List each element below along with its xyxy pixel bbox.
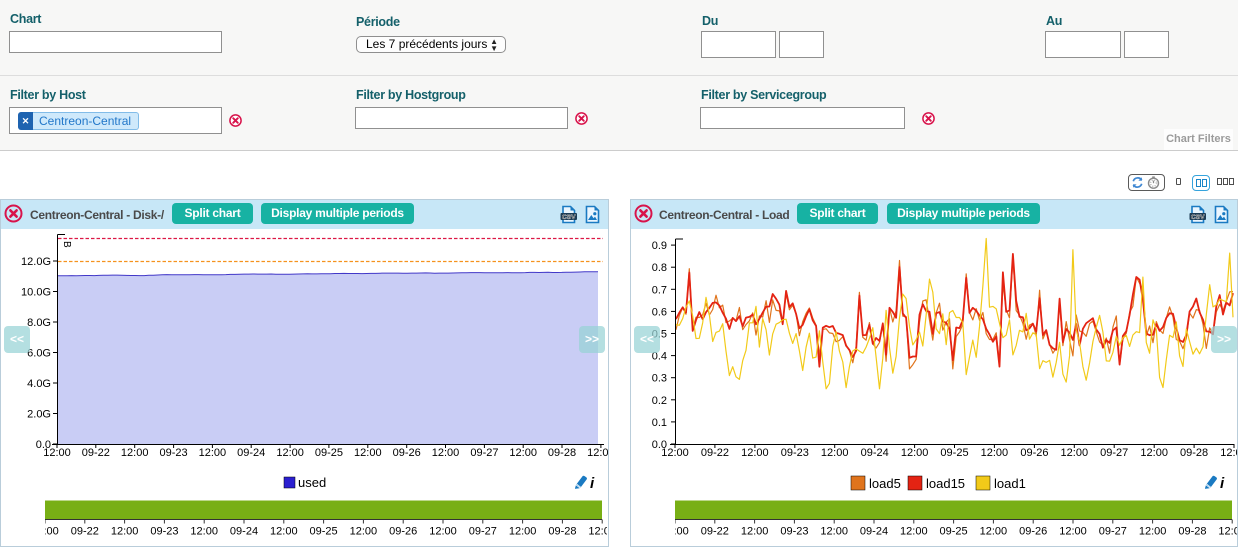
svg-text:09-24: 09-24 bbox=[230, 526, 258, 538]
svg-text:09-23: 09-23 bbox=[160, 447, 188, 459]
svg-text:12:00: 12:00 bbox=[741, 526, 769, 538]
svg-text:12:00: 12:00 bbox=[980, 526, 1008, 538]
svg-text:09-25: 09-25 bbox=[315, 447, 343, 459]
svg-text:12:00: 12:00 bbox=[587, 447, 608, 459]
svg-text:09-24: 09-24 bbox=[237, 447, 265, 459]
svg-text:CSV: CSV bbox=[562, 214, 576, 221]
svg-text:12:00: 12:00 bbox=[121, 447, 149, 459]
svg-text:09-25: 09-25 bbox=[940, 526, 968, 538]
svg-text:12:00: 12:00 bbox=[661, 526, 689, 538]
svg-text:8.0G: 8.0G bbox=[27, 317, 51, 329]
svg-text:12:00: 12:00 bbox=[43, 447, 71, 459]
svg-text:12:00: 12:00 bbox=[588, 526, 608, 538]
svg-text:12:00: 12:00 bbox=[981, 447, 1009, 459]
svg-text:12:00: 12:00 bbox=[509, 447, 537, 459]
svg-text:used: used bbox=[298, 475, 326, 490]
svg-text:0.8: 0.8 bbox=[652, 262, 667, 274]
svg-text:12:00: 12:00 bbox=[190, 526, 218, 538]
svg-text:09-25: 09-25 bbox=[310, 526, 338, 538]
svg-text:09-27: 09-27 bbox=[469, 526, 497, 538]
svg-text:i: i bbox=[590, 475, 595, 492]
svg-text:CSV: CSV bbox=[1191, 214, 1205, 221]
svg-text:09-22: 09-22 bbox=[701, 447, 729, 459]
svg-text:12:00: 12:00 bbox=[1218, 526, 1237, 538]
svg-text:12:00: 12:00 bbox=[1139, 526, 1167, 538]
svg-text:12:00: 12:00 bbox=[31, 526, 59, 538]
svg-text:12:00: 12:00 bbox=[1061, 447, 1089, 459]
svg-text:12:00: 12:00 bbox=[900, 526, 928, 538]
svg-text:12:00: 12:00 bbox=[661, 447, 689, 459]
svg-text:09-25: 09-25 bbox=[940, 447, 968, 459]
svg-text:12:00: 12:00 bbox=[270, 526, 298, 538]
svg-text:09-24: 09-24 bbox=[860, 526, 888, 538]
svg-text:09-28: 09-28 bbox=[548, 526, 576, 538]
svg-text:load15: load15 bbox=[926, 476, 965, 491]
svg-text:12:00: 12:00 bbox=[1220, 447, 1237, 459]
svg-text:12:00: 12:00 bbox=[901, 447, 929, 459]
svg-text:09-24: 09-24 bbox=[861, 447, 889, 459]
svg-text:B: B bbox=[61, 241, 72, 248]
svg-text:09-22: 09-22 bbox=[82, 447, 110, 459]
svg-text:09-26: 09-26 bbox=[1020, 447, 1048, 459]
svg-text:0.3: 0.3 bbox=[652, 373, 667, 385]
svg-text:09-28: 09-28 bbox=[1178, 526, 1206, 538]
svg-text:12:00: 12:00 bbox=[429, 526, 457, 538]
svg-text:12:00: 12:00 bbox=[354, 447, 382, 459]
svg-text:4.0G: 4.0G bbox=[27, 378, 51, 390]
svg-text:09-26: 09-26 bbox=[393, 447, 421, 459]
svg-text:09-26: 09-26 bbox=[1019, 526, 1047, 538]
svg-text:0.1: 0.1 bbox=[652, 417, 667, 429]
svg-text:09-27: 09-27 bbox=[1099, 526, 1127, 538]
svg-text:12:00: 12:00 bbox=[350, 526, 378, 538]
svg-text:10.0G: 10.0G bbox=[21, 287, 51, 299]
svg-text:load5: load5 bbox=[869, 476, 901, 491]
svg-text:12:00: 12:00 bbox=[1059, 526, 1087, 538]
svg-text:12:00: 12:00 bbox=[820, 526, 848, 538]
svg-text:09-28: 09-28 bbox=[548, 447, 576, 459]
svg-text:2.0G: 2.0G bbox=[27, 409, 51, 421]
svg-text:09-27: 09-27 bbox=[1100, 447, 1128, 459]
svg-text:09-22: 09-22 bbox=[701, 526, 729, 538]
svg-text:0.9: 0.9 bbox=[652, 240, 667, 252]
svg-text:12:00: 12:00 bbox=[432, 447, 460, 459]
svg-text:12:00: 12:00 bbox=[509, 526, 537, 538]
svg-text:09-23: 09-23 bbox=[150, 526, 178, 538]
svg-text:12:00: 12:00 bbox=[111, 526, 139, 538]
svg-text:6.0G: 6.0G bbox=[27, 348, 51, 360]
svg-text:0.7: 0.7 bbox=[652, 284, 667, 296]
svg-text:i: i bbox=[1220, 475, 1225, 492]
svg-text:12:00: 12:00 bbox=[821, 447, 849, 459]
svg-text:12.0G: 12.0G bbox=[21, 256, 51, 268]
svg-text:09-27: 09-27 bbox=[470, 447, 498, 459]
svg-text:12:00: 12:00 bbox=[1140, 447, 1168, 459]
svg-text:09-23: 09-23 bbox=[780, 526, 808, 538]
svg-text:12:00: 12:00 bbox=[276, 447, 304, 459]
svg-text:09-22: 09-22 bbox=[71, 526, 99, 538]
svg-text:09-26: 09-26 bbox=[389, 526, 417, 538]
svg-text:0.2: 0.2 bbox=[652, 395, 667, 407]
svg-text:12:00: 12:00 bbox=[199, 447, 227, 459]
svg-text:09-23: 09-23 bbox=[781, 447, 809, 459]
svg-text:load1: load1 bbox=[994, 476, 1026, 491]
svg-text:12:00: 12:00 bbox=[741, 447, 769, 459]
svg-text:0.6: 0.6 bbox=[652, 306, 667, 318]
svg-text:09-28: 09-28 bbox=[1180, 447, 1208, 459]
